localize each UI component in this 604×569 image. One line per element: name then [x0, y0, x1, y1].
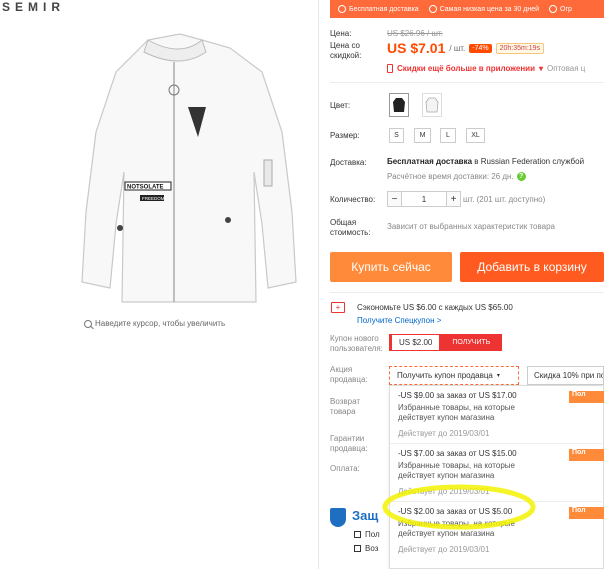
jacket-snap-right — [225, 217, 231, 223]
jacket-snap-left — [117, 225, 123, 231]
add-to-cart-button[interactable]: Добавить в корзину — [460, 252, 604, 282]
discount-badge: -74% — [469, 43, 492, 53]
total-label: Общая стоимость: — [330, 218, 371, 237]
price-label: Цена: — [330, 29, 352, 38]
new-user-coupon-label: Купон нового пользователя: — [330, 334, 383, 353]
guarantee-label: Гарантии продавца: — [330, 434, 368, 453]
size-option-m[interactable]: M — [414, 128, 431, 143]
shipping-free: Бесплатная доставка — [387, 157, 473, 166]
wholesale-price-link[interactable]: Оптовая ц — [547, 64, 585, 73]
banner-item-truncated: Огр — [549, 5, 572, 13]
current-price: US $7.01 — [387, 40, 446, 56]
seller-coupon-select-label: Получить купон продавца — [397, 371, 493, 380]
coupon-icon: + — [331, 302, 345, 313]
jacket-white-icon — [425, 97, 439, 113]
shipping-label: Доставка: — [330, 158, 367, 167]
coupon-title: -US $7.00 за заказ от US $15.00 — [398, 449, 517, 458]
size-option-s[interactable]: S — [389, 128, 404, 143]
quantity-increase-button[interactable]: + — [446, 191, 461, 207]
patch-text-bottom: FREEDOM — [142, 196, 165, 201]
new-user-coupon-amount: US $2.00 — [389, 334, 441, 351]
countdown-timer: 20h:35m:19s — [495, 42, 545, 54]
promo-banner: Бесплатная доставка Самая низкая цена за… — [330, 0, 604, 18]
quantity-available: шт. (201 шт. доступно) — [463, 195, 546, 204]
size-label: Размер: — [330, 131, 360, 140]
checkbox-icon — [354, 545, 361, 552]
banner-item-free-shipping: Бесплатная доставка — [338, 5, 419, 13]
price-unit: / шт. — [449, 43, 466, 53]
coupon-description: Избранные товары, на которые действует к… — [398, 519, 515, 538]
coupon-description: Избранные товары, на которые действует к… — [398, 461, 515, 480]
shipping-destination[interactable]: в Russian Federation службой — [474, 157, 584, 166]
shipping-estimate-row: Расчётное время доставки: 26 дн. ? — [387, 172, 526, 181]
color-label: Цвет: — [330, 101, 351, 110]
seller-promo-label: Акция продавца: — [330, 365, 368, 384]
app-promo-link[interactable]: Скидки ещё больше в приложении — [397, 64, 535, 73]
seller-coupon-dropdown[interactable]: Получить купон продавца ▾ — [389, 366, 519, 385]
quantity-label: Количество: — [330, 195, 376, 204]
quantity-input[interactable]: 1 — [402, 191, 446, 207]
coupon-item: -US $7.00 за заказ от US $15.00 Избранны… — [390, 444, 604, 502]
shipping-estimate: Расчётное время доставки: 26 дн. — [387, 172, 514, 181]
coupon-validity: Действует до 2019/03/01 — [398, 545, 490, 554]
coupon-title: -US $9.00 за заказ от US $17.00 — [398, 391, 517, 400]
column-divider — [318, 0, 319, 569]
section-divider — [330, 292, 604, 293]
buy-now-button[interactable]: Купить сейчас — [330, 252, 452, 282]
discount-price-label: Цена со скидкой: — [330, 41, 362, 60]
new-user-coupon: US $2.00 ПОЛУЧИТЬ — [389, 334, 503, 351]
coupon-description: Избранные товары, на которые действует к… — [398, 403, 515, 422]
truck-icon — [338, 5, 346, 13]
color-swatch-white[interactable] — [422, 93, 442, 117]
get-coupon-button[interactable]: Пол — [569, 507, 604, 519]
chevron-down-icon: ▾ — [496, 373, 500, 379]
coupon-validity: Действует до 2019/03/01 — [398, 487, 490, 496]
patch-text-top: NOTSOLATE — [127, 185, 164, 191]
jacket-sleeve-pocket — [263, 159, 273, 187]
price-tag-icon — [428, 5, 437, 13]
phone-icon — [387, 64, 393, 73]
help-icon[interactable]: ? — [516, 172, 526, 181]
coupon-item: -US $9.00 за заказ от US $17.00 Избранны… — [390, 386, 604, 444]
product-image[interactable]: NOTSOLATE FREEDOM — [30, 12, 320, 312]
coupon-item: -US $2.00 за заказ от US $5.00 Избранные… — [390, 502, 604, 560]
returns-label: Возврат товара — [330, 397, 360, 416]
protection-row: Воз — [354, 544, 378, 553]
zoom-hint: Наведите курсор, чтобы увеличить — [84, 319, 225, 328]
quantity-stepper: − 1 + — [387, 191, 461, 207]
magnifier-icon — [84, 319, 92, 328]
chevron-down-icon: ▾ — [538, 64, 543, 73]
section-divider — [330, 82, 604, 83]
size-option-xl[interactable]: XL — [466, 128, 485, 143]
quantity-decrease-button[interactable]: − — [387, 191, 402, 207]
payment-label: Оплата: — [330, 464, 360, 473]
zoom-hint-text: Наведите курсор, чтобы увеличить — [95, 319, 226, 328]
shipping-info: Бесплатная доставка в Russian Federation… — [387, 157, 584, 166]
seller-coupon-list: -US $9.00 за заказ от US $17.00 Избранны… — [389, 385, 604, 569]
badge-icon — [549, 5, 557, 13]
jacket-black-icon — [393, 98, 405, 112]
special-coupon-link[interactable]: Получите Спецкупон > — [357, 316, 441, 325]
shield-icon — [330, 508, 346, 527]
banner-item-lowest-price: Самая низкая цена за 30 дней — [428, 5, 539, 13]
get-coupon-button[interactable]: Пол — [569, 449, 604, 461]
price-row: US $7.01 / шт. -74% 20h:35m:19s — [387, 40, 545, 56]
checkbox-icon — [354, 531, 361, 538]
protection-row: Пол — [354, 530, 380, 539]
buyer-protection-title: Защ — [352, 508, 379, 523]
app-promo-row[interactable]: Скидки ещё больше в приложении ▾ Оптовая… — [387, 64, 585, 73]
color-swatch-black[interactable] — [389, 93, 409, 117]
old-price: US $26.96 / шт. — [387, 29, 443, 38]
store-discount-badge[interactable]: Скидка 10% при по — [527, 366, 604, 385]
get-coupon-button[interactable]: ПОЛУЧИТЬ — [440, 334, 503, 351]
coupon-title: -US $2.00 за заказ от US $5.00 — [398, 507, 513, 516]
coupon-validity: Действует до 2019/03/01 — [398, 429, 490, 438]
get-coupon-button[interactable]: Пол — [569, 391, 604, 403]
savings-text: Сэкономьте US $6.00 с каждых US $65.00 — [357, 303, 513, 312]
total-note: Зависит от выбранных характеристик товар… — [387, 222, 555, 231]
size-option-l[interactable]: L — [440, 128, 456, 143]
